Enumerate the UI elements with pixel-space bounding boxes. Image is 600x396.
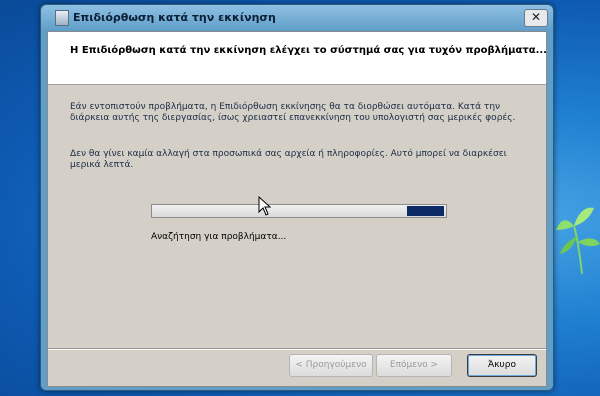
cancel-button[interactable]: Άκυρο xyxy=(467,354,537,377)
close-icon: ✕ xyxy=(530,10,542,24)
startup-repair-window: Επιδιόρθωση κατά την εκκίνηση ✕ Η Επιδιό… xyxy=(40,4,554,391)
back-button[interactable]: < Προηγούμενο xyxy=(289,354,373,377)
header-text: Η Επιδιόρθωση κατά την εκκίνηση ελέγχει … xyxy=(70,45,547,56)
footer-divider xyxy=(48,348,546,350)
dialog-body: Η Επιδιόρθωση κατά την εκκίνηση ελέγχει … xyxy=(47,31,547,387)
close-button[interactable]: ✕ xyxy=(524,9,548,27)
startup-repair-icon xyxy=(55,10,69,26)
next-button[interactable]: Επόμενο > xyxy=(376,354,452,377)
description-paragraph-2: Δεν θα γίνει καμία αλλαγή στα προσωπικά … xyxy=(70,149,507,170)
description-paragraph-1: Εάν εντοπιστούν προβλήματα, η Επιδιόρθωσ… xyxy=(70,102,516,123)
progress-bar xyxy=(151,204,447,218)
progress-marquee-chunk xyxy=(407,206,444,216)
header-panel: Η Επιδιόρθωση κατά την εκκίνηση ελέγχει … xyxy=(48,32,547,85)
status-text: Αναζήτηση για προβλήματα... xyxy=(151,232,287,242)
window-title: Επιδιόρθωση κατά την εκκίνηση xyxy=(73,11,276,24)
title-bar[interactable]: Επιδιόρθωση κατά την εκκίνηση ✕ xyxy=(41,5,553,31)
mouse-cursor-icon xyxy=(258,196,272,216)
windows-leaf-icon xyxy=(556,207,600,275)
